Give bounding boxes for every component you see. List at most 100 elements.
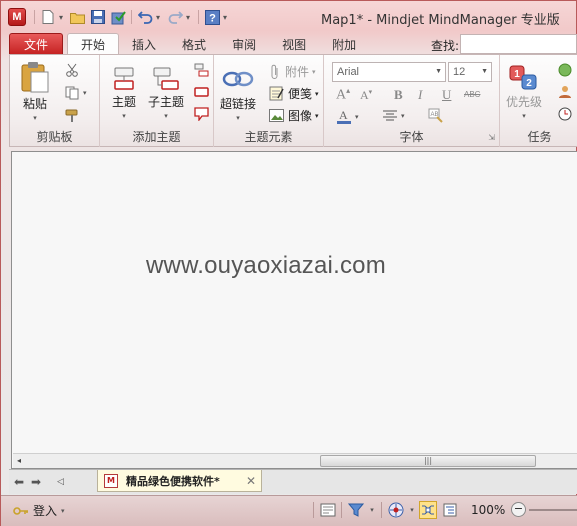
document-tab[interactable]: M 精品绿色便携软件* ✕	[97, 470, 262, 492]
chevron-down-icon[interactable]: ▾	[156, 13, 164, 22]
chevron-down-icon[interactable]: ▾	[315, 112, 319, 120]
document-tab-label: 精品绿色便携软件*	[126, 474, 220, 488]
status-separator	[341, 502, 342, 518]
chevron-down-icon[interactable]: ▼	[435, 68, 442, 75]
chevron-down-icon[interactable]: ▾	[312, 68, 316, 76]
copy-format-icon[interactable]: AB	[428, 108, 444, 123]
find-input[interactable]	[460, 34, 577, 54]
format-painter-icon[interactable]	[65, 109, 80, 123]
chevron-down-icon[interactable]: ▾	[522, 112, 526, 120]
tab-home[interactable]: 开始	[67, 33, 120, 55]
italic-button[interactable]: I	[418, 87, 422, 103]
undo-icon[interactable]	[136, 8, 154, 26]
font-size-value: 12	[453, 66, 466, 78]
priority-label: 优先级	[506, 95, 543, 109]
align-button[interactable]: ▾	[382, 110, 405, 122]
redo-icon[interactable]	[166, 8, 184, 26]
font-name-value: Arial	[337, 66, 360, 78]
notes-icon	[269, 86, 284, 101]
status-separator	[381, 502, 382, 518]
tab-file[interactable]: 文件	[9, 33, 64, 55]
tab-insert[interactable]: 插入	[119, 33, 169, 55]
check-save-icon[interactable]	[109, 8, 127, 26]
group-label-clipboard: 剪贴板	[36, 130, 73, 144]
tab-scroll-left-icon[interactable]: ◁	[57, 477, 64, 487]
topic-icon	[114, 67, 134, 90]
save-icon[interactable]	[89, 8, 107, 26]
attachment-button[interactable]: 附件 ▾	[269, 63, 316, 80]
chevron-down-icon[interactable]: ▾	[236, 114, 240, 122]
tab-review[interactable]: 审阅	[219, 33, 269, 55]
app-window: M ▾ ▾ ▾ ? ▾ Map1* - Mindjet MindManager …	[0, 0, 577, 526]
font-name-select[interactable]: Arial ▼	[332, 62, 446, 82]
subtopic-label: 子主题	[148, 95, 185, 109]
watermark-text: www.ouyaoxiazai.com	[146, 252, 386, 279]
mindmap-doc-icon: M	[104, 473, 118, 488]
image-button[interactable]: 图像 ▾	[269, 107, 319, 124]
strikethrough-button[interactable]: ABC	[464, 90, 480, 99]
open-folder-icon[interactable]	[69, 8, 87, 26]
chevron-down-icon[interactable]: ▼	[481, 68, 488, 75]
chevron-down-icon[interactable]: ▾	[355, 113, 359, 121]
subtopic-button[interactable]: 子主题 ▾	[148, 67, 184, 120]
image-label: 图像	[288, 109, 313, 123]
tab-format[interactable]: 格式	[169, 33, 219, 55]
map-canvas[interactable]	[11, 151, 577, 469]
zoom-out-button[interactable]: −	[511, 502, 526, 517]
cut-icon[interactable]	[65, 63, 79, 77]
zoom-slider[interactable]	[529, 509, 577, 511]
help-icon[interactable]: ?	[203, 8, 221, 26]
clock-icon[interactable]	[558, 107, 572, 121]
hyperlink-button[interactable]: 超链接 ▾	[220, 69, 256, 122]
underline-button[interactable]: U	[442, 87, 451, 103]
scrollbar-thumb[interactable]: |||	[320, 455, 536, 467]
notes-button[interactable]: 便笺 ▾	[269, 85, 319, 102]
resource-icon[interactable]	[558, 85, 572, 99]
progress-icon[interactable]	[558, 63, 572, 77]
chevron-down-icon[interactable]: ▾	[315, 90, 319, 98]
scroll-left-icon[interactable]: ◂	[17, 456, 21, 465]
arrow-left-icon[interactable]: ⬅	[14, 475, 24, 489]
chevron-down-icon[interactable]: ▾	[61, 507, 65, 515]
chevron-down-icon[interactable]: ▾	[164, 112, 168, 120]
tab-view[interactable]: 视图	[269, 33, 319, 55]
font-color-button[interactable]: A ▾	[336, 108, 359, 125]
priority-button[interactable]: 12 优先级 ▾	[506, 65, 542, 120]
shrink-font-icon[interactable]: A▾	[360, 88, 372, 103]
qat-separator	[198, 10, 199, 24]
topic-label: 主题	[111, 95, 136, 109]
paperclip-icon	[271, 64, 278, 79]
login-button[interactable]: 登入 ▾	[13, 502, 65, 519]
tab-addins[interactable]: 附加	[319, 33, 369, 55]
close-icon[interactable]: ✕	[246, 474, 256, 488]
map-view-icon[interactable]	[419, 501, 437, 519]
outline-view-icon[interactable]	[441, 501, 459, 519]
boundary-icon[interactable]	[194, 86, 209, 98]
chevron-down-icon[interactable]: ▾	[363, 501, 381, 519]
chevron-down-icon[interactable]: ▾	[59, 13, 67, 22]
page-view-icon[interactable]	[319, 501, 337, 519]
zoom-level: 100%	[471, 503, 506, 517]
floating-topic-icon[interactable]	[194, 63, 209, 77]
app-logo-icon[interactable]: M	[8, 8, 26, 26]
chevron-down-icon[interactable]: ▾	[186, 13, 194, 22]
arrow-right-icon[interactable]: ➡	[31, 475, 41, 489]
chevron-down-icon[interactable]: ▾	[401, 112, 405, 120]
chevron-down-icon[interactable]: ▾	[223, 13, 231, 22]
copy-icon[interactable]: ▾	[65, 86, 87, 100]
new-doc-icon[interactable]	[39, 8, 57, 26]
title-bar: M ▾ ▾ ▾ ? ▾ Map1* - Mindjet MindManager …	[1, 1, 577, 33]
font-size-select[interactable]: 12 ▼	[448, 62, 492, 82]
bold-button[interactable]: B	[394, 87, 403, 103]
chevron-down-icon[interactable]: ▾	[122, 112, 126, 120]
paste-button[interactable]: 粘贴 ▾	[20, 61, 50, 122]
grow-font-icon[interactable]: A▴	[336, 86, 350, 104]
callout-icon[interactable]	[194, 107, 209, 121]
group-label-add-topic: 添加主题	[132, 130, 181, 144]
topic-button[interactable]: 主题 ▾	[110, 67, 138, 120]
status-bar: 登入 ▾ ▾ ▾ 100% −	[1, 495, 577, 526]
key-icon	[13, 506, 28, 515]
chevron-down-icon[interactable]: ▾	[33, 114, 37, 122]
horizontal-scrollbar[interactable]: ◂ |||	[13, 453, 577, 468]
attachment-label: 附件	[285, 65, 310, 79]
